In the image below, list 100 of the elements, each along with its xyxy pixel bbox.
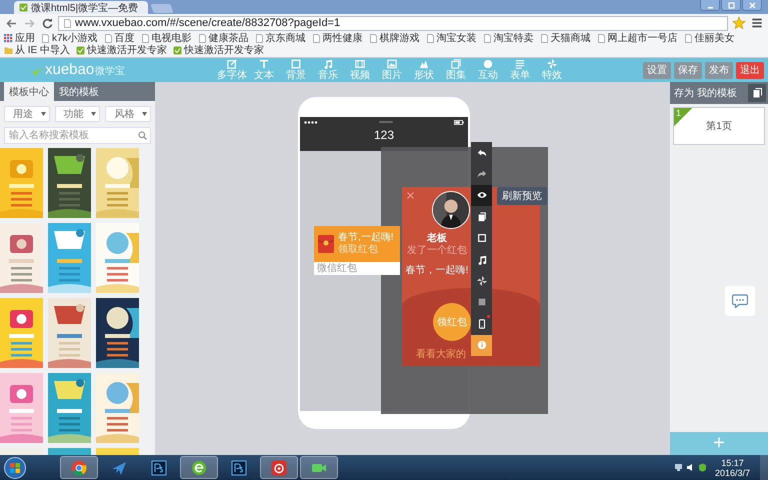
network-icon[interactable] bbox=[674, 463, 683, 472]
page-number: 1 bbox=[674, 108, 692, 126]
phone-icon bbox=[476, 318, 486, 329]
signal-icon bbox=[304, 120, 318, 124]
bookmark[interactable]: 淘宝特卖 bbox=[482, 32, 534, 44]
filter-dropdown[interactable]: 风格 bbox=[105, 106, 152, 122]
star-icon[interactable] bbox=[732, 16, 746, 30]
address-bar[interactable]: www.vxuebao.com/#/scene/create/8832708?pageId=1 bbox=[58, 16, 728, 30]
caret-icon bbox=[40, 112, 46, 116]
chrome-icon bbox=[71, 460, 87, 476]
bookmark[interactable]: 京东商城 bbox=[254, 32, 306, 44]
maximize-icon bbox=[728, 2, 734, 8]
interact-icon bbox=[483, 59, 493, 69]
shield-icon[interactable] bbox=[698, 463, 707, 472]
view-others-link[interactable]: 看看大家的 bbox=[416, 347, 466, 361]
sidebar-tab[interactable]: 模板中心 bbox=[4, 82, 54, 101]
search-icon[interactable] bbox=[138, 131, 147, 140]
speaker-icon bbox=[379, 120, 393, 124]
start-button[interactable] bbox=[4, 456, 26, 478]
minimize-button[interactable] bbox=[700, 0, 720, 11]
bookmark[interactable]: 棋牌游戏 bbox=[368, 32, 420, 44]
browser-icon bbox=[191, 460, 207, 476]
menu-icon[interactable] bbox=[750, 16, 764, 30]
bookmark[interactable]: 快速激活开发专家 bbox=[173, 44, 264, 56]
sender-name: 老板 bbox=[427, 233, 447, 245]
logo: xuebao bbox=[45, 62, 94, 78]
bookmark[interactable]: 应用 bbox=[4, 32, 35, 44]
exit-button[interactable]: 退出 bbox=[736, 62, 764, 78]
bookmark[interactable]: 两性健康 bbox=[312, 32, 363, 44]
close-icon bbox=[748, 2, 756, 8]
bookmark[interactable]: 快速激活开发专家 bbox=[76, 44, 168, 56]
popup-message: 发了一个红包 bbox=[407, 245, 467, 257]
bookmark[interactable]: 网上超市一号店 bbox=[596, 32, 678, 44]
chat-button[interactable] bbox=[725, 286, 755, 316]
tool-button[interactable] bbox=[471, 184, 492, 206]
card-title: 春节,一起嗨! bbox=[338, 232, 394, 244]
bookmark[interactable]: 百度 bbox=[104, 32, 135, 44]
envelope-icon bbox=[318, 235, 334, 253]
greeting-text: 春节，一起嗨! bbox=[406, 265, 468, 277]
maximize-button[interactable] bbox=[721, 0, 741, 11]
filter-dropdown[interactable]: 用途 bbox=[4, 106, 50, 122]
eye-icon bbox=[476, 190, 486, 200]
action-button[interactable]: 保存 bbox=[674, 62, 702, 78]
logo-subtitle: 微学宝 bbox=[95, 65, 126, 78]
square-icon bbox=[476, 233, 486, 244]
site-icon bbox=[19, 3, 28, 12]
pinwheel-icon bbox=[476, 276, 486, 286]
page-title: 123 bbox=[374, 128, 394, 142]
text-icon bbox=[259, 59, 269, 69]
bookmark[interactable]: 淘宝女装 bbox=[426, 32, 477, 44]
square-icon bbox=[476, 297, 486, 308]
bookmark[interactable]: 健康茶品 bbox=[198, 32, 249, 44]
redo-icon bbox=[476, 169, 486, 180]
taskbar-app[interactable] bbox=[180, 456, 218, 479]
music-app-icon bbox=[271, 460, 287, 476]
chat-icon bbox=[732, 294, 748, 308]
taskbar-app[interactable] bbox=[260, 456, 298, 479]
apps-icon bbox=[4, 34, 13, 42]
tooltip: 刷新预览 bbox=[497, 187, 547, 205]
clock[interactable]: 15:17 2016/3/7 bbox=[714, 458, 750, 478]
music-icon bbox=[476, 254, 486, 265]
bookmark[interactable]: k7k小游戏 bbox=[41, 32, 98, 44]
taskbar-app[interactable] bbox=[300, 456, 338, 479]
tool-button[interactable] bbox=[471, 334, 492, 356]
action-button[interactable]: 设置 bbox=[643, 62, 671, 78]
close-button[interactable] bbox=[742, 0, 762, 11]
page-thumbnail[interactable]: 1 第1页 bbox=[673, 107, 765, 145]
info-icon bbox=[476, 340, 486, 350]
battery-icon bbox=[454, 120, 464, 124]
music-icon bbox=[323, 59, 333, 69]
browser-tab[interactable]: 微课html5|微学宝—免费 bbox=[14, 1, 148, 14]
site-icon bbox=[76, 46, 86, 54]
close-icon[interactable] bbox=[407, 192, 414, 199]
photoshop-icon bbox=[231, 460, 247, 476]
photoshop-icon bbox=[151, 460, 167, 476]
card-subtitle: 领取红包 bbox=[338, 244, 379, 256]
action-button[interactable]: 发布 bbox=[705, 62, 733, 78]
bookmark[interactable]: 佳丽美女 bbox=[684, 32, 735, 44]
copy-icon bbox=[476, 212, 486, 222]
site-icon bbox=[173, 46, 182, 54]
video-icon bbox=[355, 59, 365, 69]
filter-dropdown[interactable]: 功能 bbox=[54, 106, 100, 122]
bookmark[interactable]: 天猫商城 bbox=[540, 32, 591, 44]
sidebar-tab[interactable]: 我的模板 bbox=[54, 82, 104, 101]
bird-icon bbox=[111, 460, 127, 476]
caret-icon bbox=[142, 112, 148, 116]
card-footer: 微信红包 bbox=[314, 262, 400, 275]
copy-icon bbox=[752, 88, 762, 98]
bookmark[interactable]: 电视电影 bbox=[140, 32, 192, 44]
logo-icon bbox=[30, 66, 44, 78]
undo-icon bbox=[476, 148, 486, 158]
reload-button[interactable] bbox=[40, 16, 54, 30]
page-label: 第1页 bbox=[706, 120, 732, 133]
copy-button[interactable] bbox=[748, 84, 766, 102]
volume-icon[interactable] bbox=[686, 463, 695, 472]
page-icon bbox=[63, 18, 72, 28]
search-field[interactable]: 输入名称搜索模板 bbox=[4, 127, 151, 144]
taskbar-app[interactable] bbox=[60, 456, 98, 479]
bookmark[interactable]: 从 IE 中导入 bbox=[4, 44, 70, 56]
form-icon bbox=[515, 59, 525, 69]
